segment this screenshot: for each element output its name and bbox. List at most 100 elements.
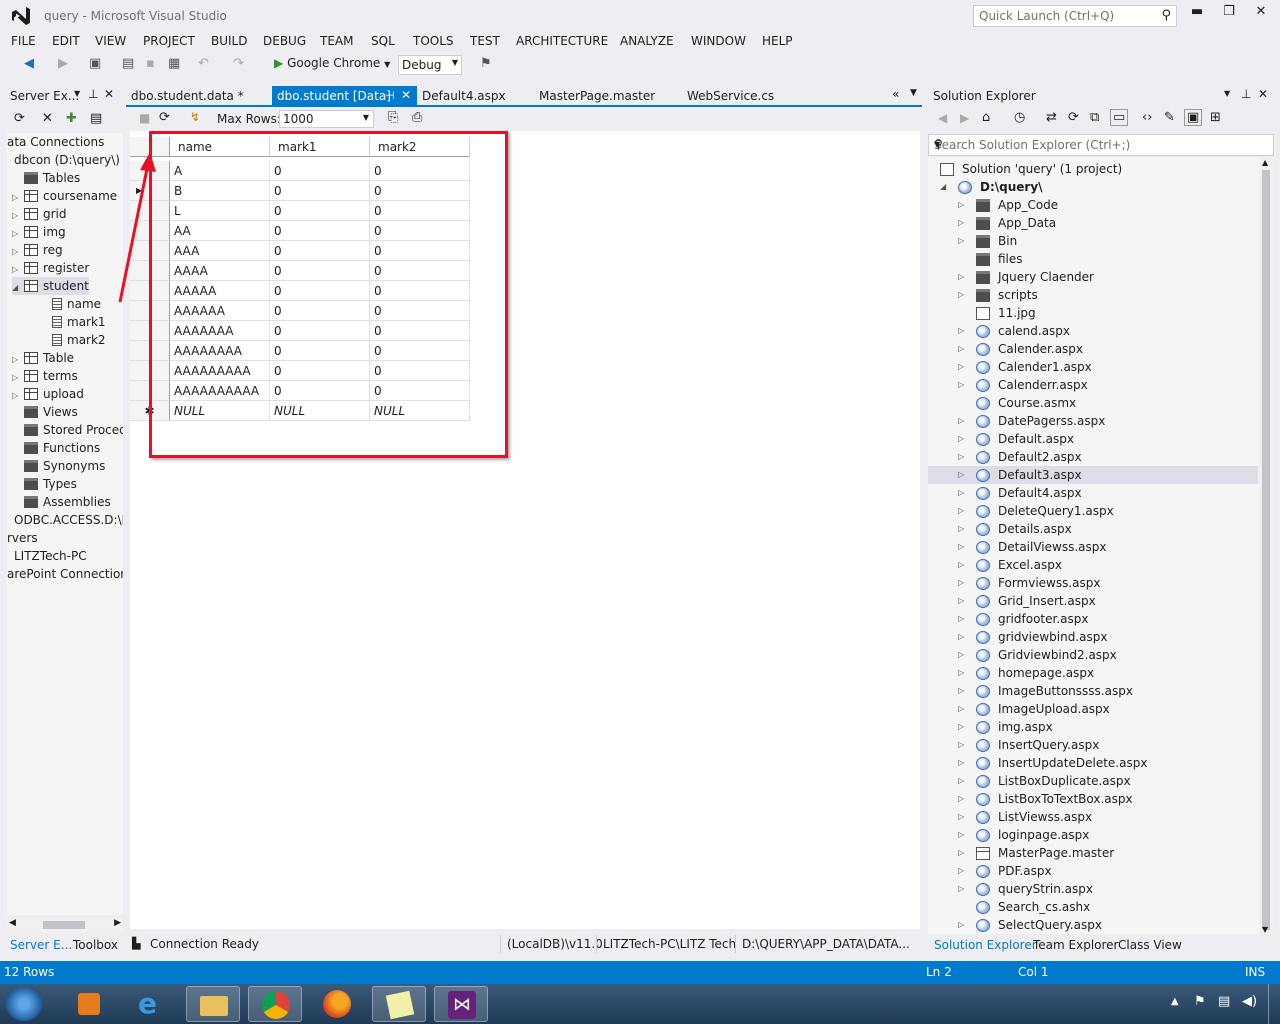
tab-student-data-view[interactable]: dbo.student [Data] ⊣ ✕ bbox=[272, 86, 417, 106]
solution-tree-item[interactable]: ▷ ImageButtonssss.aspx bbox=[928, 682, 1258, 700]
expand-arrow-icon[interactable]: ▷ bbox=[958, 718, 964, 736]
home-icon[interactable]: ⌂ bbox=[982, 110, 990, 125]
solution-tree-item[interactable]: ▷ Default3.aspx bbox=[928, 466, 1258, 484]
server-tree-item[interactable]: Assemblies bbox=[12, 493, 111, 511]
server-tree-item[interactable]: ▷ coursename bbox=[12, 187, 117, 205]
expand-arrow-icon[interactable]: ▷ bbox=[958, 196, 964, 214]
solution-tree-item[interactable]: 11.jpg bbox=[928, 304, 1258, 322]
expand-arrow-icon[interactable]: ▷ bbox=[958, 862, 964, 880]
volume-icon[interactable]: ◀) bbox=[1242, 994, 1257, 1009]
execute-icon[interactable]: ↯ bbox=[190, 110, 200, 124]
tab-toolbox[interactable]: Toolbox bbox=[73, 938, 118, 952]
chrome-icon[interactable] bbox=[248, 986, 302, 1022]
solution-tree-item[interactable]: ▷ Details.aspx bbox=[928, 520, 1258, 538]
expand-arrow-icon[interactable]: ▷ bbox=[958, 610, 964, 628]
scroll-up-icon[interactable]: ▲ bbox=[1262, 158, 1268, 167]
expand-arrow-icon[interactable]: ▷ bbox=[958, 286, 964, 304]
solution-tree-item[interactable]: ▷ loginpage.aspx bbox=[928, 826, 1258, 844]
forward-icon[interactable]: ▶ bbox=[960, 111, 969, 125]
internet-explorer-icon[interactable]: e bbox=[124, 986, 178, 1022]
solution-tree-item[interactable]: ▷ Bin bbox=[928, 232, 1258, 250]
close-icon[interactable]: ✕ bbox=[104, 87, 114, 101]
expand-arrow-icon[interactable]: ▷ bbox=[958, 664, 964, 682]
expand-arrow-icon[interactable]: ▷ bbox=[958, 754, 964, 772]
server-tree-item[interactable]: ▷ Table bbox=[12, 349, 74, 367]
action-center-icon[interactable]: ⚑ bbox=[1194, 994, 1206, 1009]
server-tree-item[interactable]: Synonyms bbox=[12, 457, 105, 475]
refresh-icon[interactable]: ⟳ bbox=[14, 111, 25, 126]
server-tree-item[interactable]: arePoint Connections bbox=[7, 565, 123, 583]
network-icon[interactable]: ▤ bbox=[1218, 994, 1230, 1009]
refresh-icon[interactable]: ⟳ bbox=[1068, 110, 1079, 125]
solution-tree-item[interactable]: ▷ Default2.aspx bbox=[928, 448, 1258, 466]
pin-icon[interactable]: ⊣ bbox=[385, 89, 395, 102]
solution-tree-item[interactable]: ▷ App_Code bbox=[928, 196, 1258, 214]
expand-arrow-icon[interactable]: ▷ bbox=[958, 322, 964, 340]
expand-arrow-icon[interactable]: ▷ bbox=[958, 880, 964, 898]
show-desktop-button[interactable] bbox=[1268, 984, 1280, 1024]
sticky-notes-icon[interactable] bbox=[372, 986, 426, 1022]
solution-tree-item[interactable]: ▷ MasterPage.master bbox=[928, 844, 1258, 862]
close-icon[interactable]: ✕ bbox=[1258, 87, 1268, 101]
menu-architecture[interactable]: ARCHITECTURE bbox=[516, 34, 608, 48]
solution-tree-item[interactable]: ◢ D:\query\ bbox=[928, 178, 1258, 196]
scroll-down-icon[interactable]: ▼ bbox=[1262, 925, 1268, 934]
server-tree-item[interactable]: mark1 bbox=[52, 313, 106, 331]
solution-tree-item[interactable]: ▷ gridviewbind.aspx bbox=[928, 628, 1258, 646]
new-project-icon[interactable]: ▣ bbox=[89, 56, 101, 71]
pin-icon[interactable]: ⊥ bbox=[1241, 87, 1251, 101]
show-hidden-icons[interactable]: ▲ bbox=[1171, 996, 1179, 1007]
tab-masterpage[interactable]: MasterPage.master bbox=[534, 86, 660, 106]
redo-icon[interactable]: ↷ bbox=[233, 56, 244, 71]
menu-window[interactable]: WINDOW bbox=[691, 34, 746, 48]
expand-arrow-icon[interactable]: ▷ bbox=[958, 628, 964, 646]
scroll-tabs-icon[interactable]: « bbox=[892, 87, 899, 101]
server-tree-item[interactable]: ODBC.ACCESS.D:\Da bbox=[14, 511, 123, 529]
tab-solution-explorer[interactable]: Solution Explorer bbox=[934, 938, 1037, 952]
solution-tree-item[interactable]: ▷ InsertQuery.aspx bbox=[928, 736, 1258, 754]
tab-student-data[interactable]: dbo.student.data * bbox=[126, 86, 249, 106]
expand-arrow-icon[interactable]: ▷ bbox=[958, 844, 964, 862]
expand-arrow-icon[interactable]: ▷ bbox=[958, 772, 964, 790]
tab-server-explorer[interactable]: Server E... bbox=[10, 938, 72, 952]
connect-database-icon[interactable]: ✚ bbox=[66, 111, 77, 126]
server-tree-item[interactable]: mark2 bbox=[52, 331, 106, 349]
undo-icon[interactable]: ↶ bbox=[198, 56, 209, 71]
close-button[interactable]: ✕ bbox=[1246, 4, 1276, 24]
expand-arrow-icon[interactable]: ▷ bbox=[958, 502, 964, 520]
expand-arrow-icon[interactable]: ▷ bbox=[958, 700, 964, 718]
media-player-icon[interactable] bbox=[62, 986, 116, 1022]
view-code-icon[interactable]: ‹› bbox=[1142, 110, 1152, 125]
expand-arrow-icon[interactable]: ▷ bbox=[958, 466, 964, 484]
properties-icon[interactable]: ✎ bbox=[1164, 110, 1175, 125]
solution-tree-item[interactable]: ▷ Default.aspx bbox=[928, 430, 1258, 448]
back-icon[interactable]: ◀ bbox=[24, 56, 34, 71]
expand-arrow-icon[interactable]: ▷ bbox=[958, 556, 964, 574]
expand-arrow-icon[interactable]: ▷ bbox=[958, 790, 964, 808]
restore-button[interactable]: ❐ bbox=[1214, 4, 1244, 24]
server-tree-item[interactable]: Types bbox=[12, 475, 77, 493]
solution-tree-item[interactable]: ▷ homepage.aspx bbox=[928, 664, 1258, 682]
tab-webservice[interactable]: WebService.cs bbox=[682, 86, 779, 106]
solution-tree-item[interactable]: ▷ ListBoxToTextBox.aspx bbox=[928, 790, 1258, 808]
solution-tree-item[interactable]: ▷ Formviewss.aspx bbox=[928, 574, 1258, 592]
save-icon[interactable]: ▪ bbox=[146, 56, 155, 71]
solution-tree-item[interactable]: ▷ gridfooter.aspx bbox=[928, 610, 1258, 628]
solution-tree-item[interactable]: Course.asmx bbox=[928, 394, 1258, 412]
class-diagram-icon[interactable]: ⊞ bbox=[1210, 110, 1221, 125]
attach-icon[interactable]: ⚑ bbox=[480, 56, 492, 71]
expand-arrow-icon[interactable]: ▷ bbox=[958, 358, 964, 376]
expand-arrow-icon[interactable]: ▷ bbox=[958, 430, 964, 448]
server-tree-item[interactable]: Views bbox=[12, 403, 78, 421]
solution-scrollbar[interactable]: ▲ ▼ bbox=[1259, 158, 1273, 934]
expand-arrow-icon[interactable]: ▷ bbox=[958, 538, 964, 556]
server-tree-item[interactable]: LITZTech-PC bbox=[14, 547, 87, 565]
solution-tree-item[interactable]: ▷ DeleteQuery1.aspx bbox=[928, 502, 1258, 520]
expand-arrow-icon[interactable]: ▷ bbox=[958, 916, 964, 934]
menu-debug[interactable]: DEBUG bbox=[263, 34, 306, 48]
solution-tree-item[interactable]: Solution 'query' (1 project) bbox=[928, 160, 1258, 178]
server-tree-item[interactable]: Stored Procedures bbox=[12, 421, 123, 439]
open-file-icon[interactable]: ▤ bbox=[122, 56, 134, 71]
expand-arrow-icon[interactable]: ▷ bbox=[958, 826, 964, 844]
scrollbar-thumb[interactable] bbox=[43, 921, 85, 929]
